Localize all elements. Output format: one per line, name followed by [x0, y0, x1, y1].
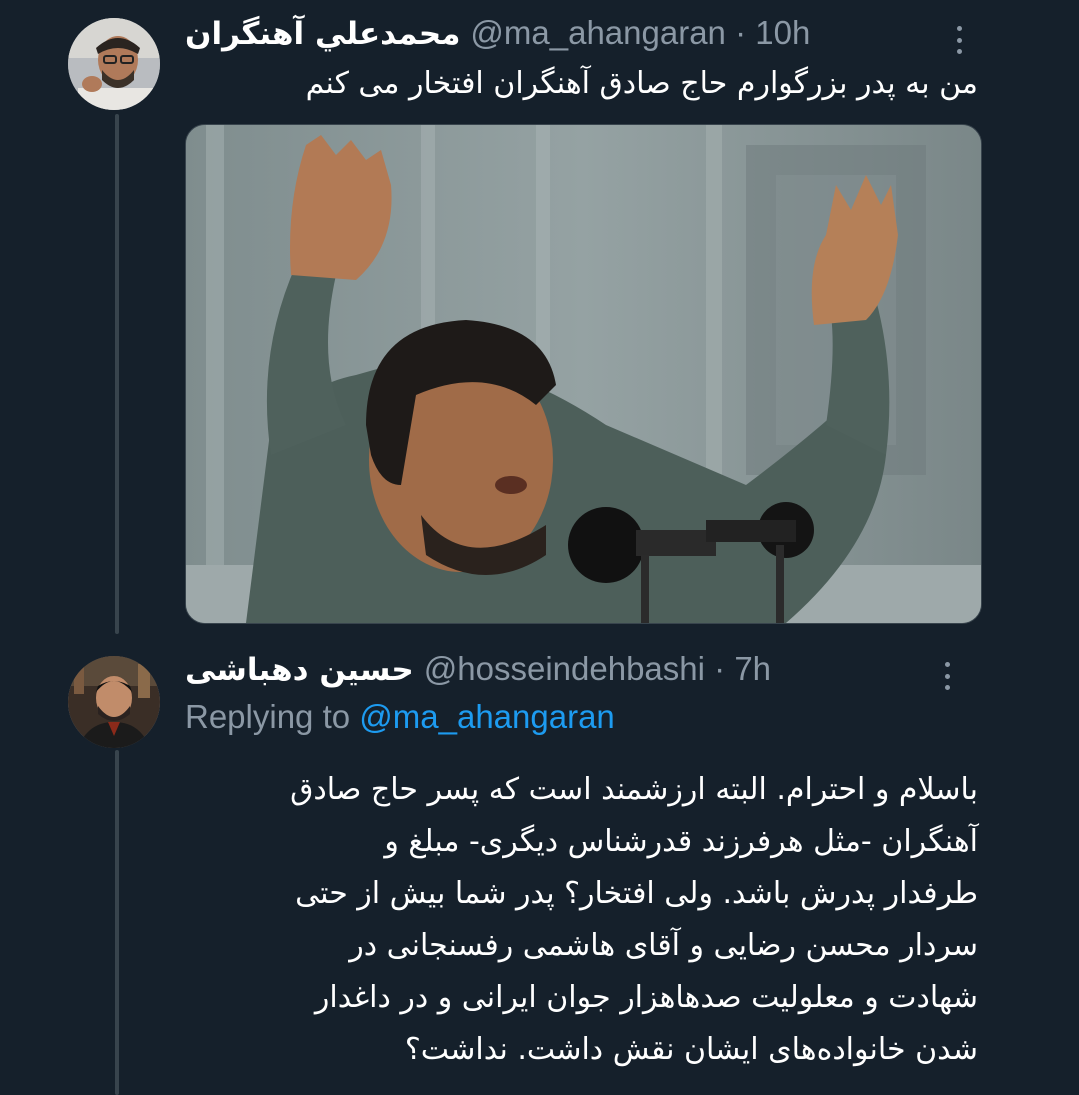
reply-author-handle[interactable]: @hosseindehbashi	[424, 650, 705, 687]
reply-header: حسین دهباشی @hosseindehbashi · 7h	[185, 650, 771, 688]
reply-author-display-name[interactable]: حسین دهباشی	[185, 652, 414, 688]
author-avatar[interactable]	[68, 18, 160, 110]
tweet-header: محمدعلي آهنگران @ma_ahangaran · 10h	[185, 14, 810, 52]
reply-text-line: طرفدار پدرش باشد. ولی افتخار؟ پدر شما بی…	[295, 876, 978, 911]
tweet-media-photo[interactable]	[185, 124, 982, 624]
author-handle[interactable]: @ma_ahangaran	[470, 14, 726, 51]
more-options-icon[interactable]	[944, 22, 974, 58]
reply-meta-separator: ·	[714, 650, 726, 687]
replying-to-label: Replying to	[185, 698, 351, 735]
reply-more-options-icon[interactable]	[932, 658, 962, 694]
meta-separator: ·	[735, 14, 747, 51]
reply-text-line: شدن خانواده‌های ایشان نقش داشت. نداشت؟	[404, 1032, 978, 1067]
thread-connector-line	[115, 114, 119, 634]
author-handle-and-time: @ma_ahangaran · 10h	[470, 14, 810, 52]
avatar-photo	[68, 656, 160, 748]
replying-to-line: Replying to @ma_ahangaran	[185, 698, 615, 736]
reply-text: باسلام و احترام. البته ارزشمند است که پس…	[185, 764, 978, 1076]
reply-time[interactable]: 7h	[734, 650, 771, 687]
thread-connector-line-lower	[115, 750, 119, 1095]
tweet-time[interactable]: 10h	[755, 14, 810, 51]
reply-author-avatar[interactable]	[68, 656, 160, 748]
reply-text-line: باسلام و احترام. البته ارزشمند است که پس…	[290, 772, 978, 807]
author-display-name[interactable]: محمدعلي آهنگران	[185, 16, 460, 52]
reply-author-handle-and-time: @hosseindehbashi · 7h	[424, 650, 771, 688]
reply-text-line: شهادت و معلولیت صدهاهزار جوان ایرانی و د…	[314, 980, 978, 1015]
reply-text-line: آهنگران -مثل هرفرزند قدرشناس دیگری- مبلغ…	[384, 824, 978, 859]
reply-text-line: سردار محسن رضایی و آقای هاشمی رفسنجانی د…	[349, 928, 978, 963]
tweet-text: من به پدر بزرگوارم حاج صادق آهنگران افتخ…	[305, 66, 978, 101]
avatar-photo	[68, 18, 160, 110]
speaker-photo-icon	[186, 125, 981, 623]
replying-to-mention[interactable]: @ma_ahangaran	[359, 698, 615, 735]
